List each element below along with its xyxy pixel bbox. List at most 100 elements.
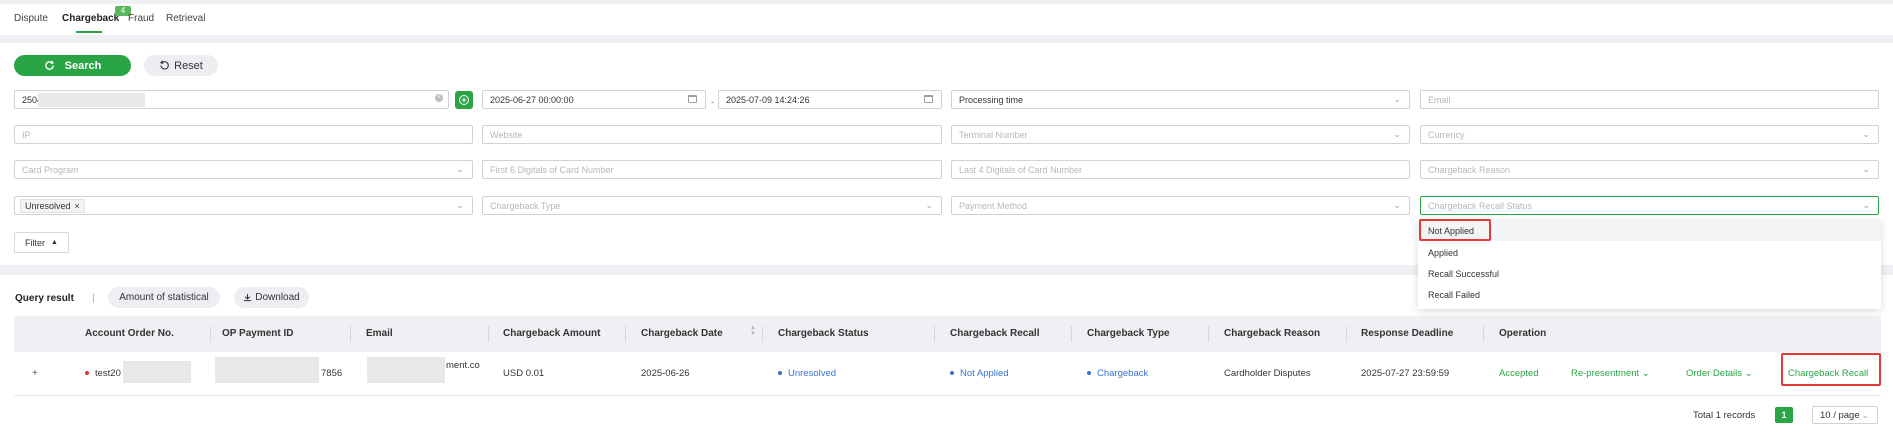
header-response-deadline: Response Deadline	[1361, 328, 1454, 339]
column-divider	[210, 326, 211, 342]
reset-button[interactable]: Reset	[144, 55, 218, 76]
chevron-down-icon: ⌄	[456, 200, 464, 210]
clear-icon[interactable]: ×	[435, 94, 443, 102]
option-recall-successful[interactable]: Recall Successful	[1418, 263, 1881, 284]
download-button[interactable]: Download	[234, 287, 309, 308]
filter-toggle-button[interactable]: Filter ▲	[14, 232, 69, 253]
chargeback-reason-select[interactable]: Chargeback Reason ⌄	[1420, 160, 1879, 179]
tab-dispute[interactable]: Dispute	[14, 13, 48, 24]
option-recall-failed[interactable]: Recall Failed	[1418, 284, 1881, 305]
close-icon[interactable]: ×	[75, 201, 80, 211]
chargeback-recall-link[interactable]: Chargeback Recall	[1788, 368, 1868, 379]
cell-reason: Cardholder Disputes	[1224, 368, 1311, 379]
status-dot	[778, 371, 782, 376]
cell-amount: USD 0.01	[503, 368, 545, 379]
cell-status: Unresolved	[778, 368, 836, 379]
order-details-label: Order Details	[1686, 368, 1742, 379]
status-dot	[950, 371, 954, 376]
last4-input[interactable]: Last 4 Digitals of Card Number	[951, 160, 1410, 179]
payment-method-placeholder: Payment Method	[959, 200, 1028, 211]
page-button[interactable]: 1	[1775, 407, 1793, 423]
cell-account-order[interactable]: test20	[85, 368, 121, 379]
page-size-select[interactable]: 10 / page ⌄	[1812, 406, 1878, 424]
chevron-down-icon: ⌄	[1393, 129, 1401, 139]
date-separator: -	[711, 97, 714, 107]
header-chargeback-recall: Chargeback Recall	[950, 328, 1040, 339]
add-condition-button[interactable]: +	[455, 91, 473, 109]
recall-status-select[interactable]: Chargeback Recall Status ⌄	[1420, 196, 1879, 215]
start-date-input[interactable]: 2025-06-27 00:00:00	[482, 90, 706, 109]
amount-statistical-button[interactable]: Amount of statistical	[108, 287, 220, 308]
chevron-down-icon: ⌄	[456, 164, 464, 174]
chevron-down-icon: ⌄	[1862, 164, 1870, 174]
column-divider	[762, 326, 763, 342]
terminal-number-placeholder: Terminal Number	[959, 129, 1028, 140]
chargeback-type-placeholder: Chargeback Type	[490, 200, 561, 211]
cell-recall: Not Applied	[950, 368, 1009, 379]
website-input[interactable]: Website	[482, 125, 942, 144]
email-input[interactable]: Email	[1420, 90, 1879, 109]
ip-input[interactable]: IP	[14, 125, 473, 144]
column-divider	[1483, 326, 1484, 342]
download-label: Download	[255, 292, 300, 303]
calendar-icon	[924, 95, 933, 103]
top-strip	[0, 0, 1893, 4]
end-date-input[interactable]: 2025-07-09 14:24:26	[718, 90, 942, 109]
ip-placeholder: IP	[22, 129, 31, 140]
representment-link[interactable]: Re-presentment ⌄	[1571, 368, 1650, 379]
status-dot	[85, 371, 89, 376]
tab-bar	[0, 0, 1893, 35]
column-divider	[625, 326, 626, 342]
payment-method-select[interactable]: Payment Method ⌄	[951, 196, 1410, 215]
time-type-value: Processing time	[959, 94, 1024, 105]
divider: |	[92, 293, 95, 304]
reset-label: Reset	[174, 59, 203, 72]
terminal-number-select[interactable]: Terminal Number ⌄	[951, 125, 1410, 144]
end-date-value: 2025-07-09 14:24:26	[726, 94, 810, 105]
chevron-down-icon: ⌄	[1861, 410, 1869, 420]
sort-icon[interactable]: ▲ ▼	[750, 325, 756, 337]
accepted-link[interactable]: Accepted	[1499, 368, 1539, 379]
table-header	[14, 316, 1881, 352]
header-account-order: Account Order No.	[85, 328, 174, 339]
redacted-block	[367, 357, 445, 383]
header-email: Email	[366, 328, 393, 339]
chevron-down-icon: ⌄	[1641, 368, 1650, 379]
filter-toggle-label: Filter	[25, 237, 46, 248]
chargeback-type-select[interactable]: Chargeback Type ⌄	[482, 196, 942, 215]
page-size-value: 10 / page	[1820, 409, 1860, 421]
email-placeholder: Email	[1428, 94, 1451, 105]
tab-retrieval[interactable]: Retrieval	[166, 13, 205, 24]
column-divider	[1071, 326, 1072, 342]
chevron-down-icon: ⌄	[1393, 200, 1401, 210]
representment-label: Re-presentment	[1571, 368, 1640, 379]
download-icon	[244, 293, 252, 302]
tab-fraud[interactable]: Fraud	[128, 13, 154, 24]
tab-chargeback[interactable]: Chargeback	[62, 13, 119, 24]
type-value: Chargeback	[1097, 368, 1149, 379]
status-value: Unresolved	[788, 368, 837, 379]
website-placeholder: Website	[490, 129, 523, 140]
time-type-select[interactable]: Processing time ⌄	[951, 90, 1410, 109]
card-program-select[interactable]: Card Program ⌄	[14, 160, 473, 179]
option-applied[interactable]: Applied	[1418, 242, 1881, 263]
currency-select[interactable]: Currency ⌄	[1420, 125, 1879, 144]
option-not-applied[interactable]: Not Applied	[1418, 220, 1881, 241]
chevron-down-icon: ⌄	[1862, 200, 1870, 210]
column-divider	[1208, 326, 1209, 342]
search-button[interactable]: Search	[14, 55, 131, 76]
expand-row-icon[interactable]: +	[32, 368, 38, 379]
card-program-placeholder: Card Program	[22, 164, 79, 175]
order-details-link[interactable]: Order Details ⌄	[1686, 368, 1753, 379]
account-order-value: test20	[95, 368, 121, 379]
currency-placeholder: Currency	[1428, 129, 1465, 140]
chevron-down-icon: ⌄	[1744, 368, 1753, 379]
refresh-icon	[44, 60, 54, 70]
recall-status-dropdown: Not Applied Applied Recall Successful Re…	[1418, 220, 1881, 309]
last4-placeholder: Last 4 Digitals of Card Number	[959, 164, 1083, 175]
header-op-payment-id: OP Payment ID	[222, 328, 294, 339]
first6-input[interactable]: First 6 Digitals of Card Number	[482, 160, 942, 179]
redacted-block	[215, 357, 319, 383]
header-chargeback-type: Chargeback Type	[1087, 328, 1170, 339]
reset-icon	[160, 60, 169, 70]
